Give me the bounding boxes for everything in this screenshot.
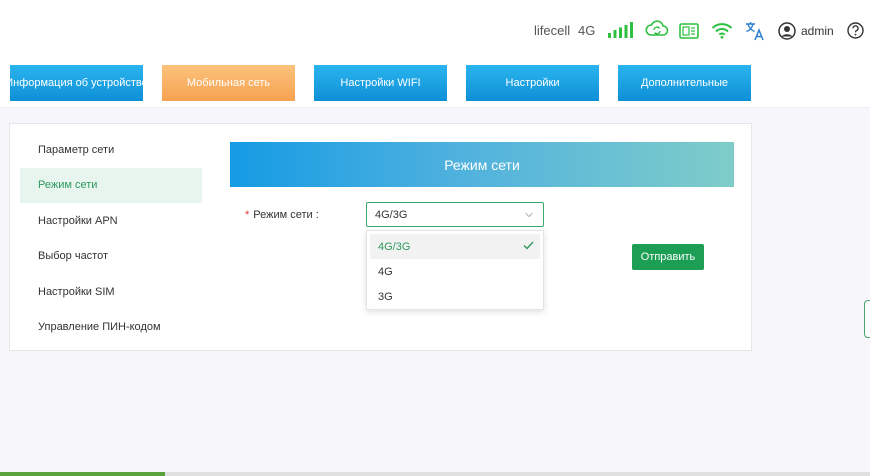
dropdown-option-3g[interactable]: 3G (370, 284, 540, 309)
side-feedback-tab[interactable] (864, 300, 870, 338)
dropdown-option-label: 4G (378, 265, 393, 278)
network-mode-select[interactable]: 4G/3G (366, 202, 544, 227)
sidebar-item-band-selection[interactable]: Выбор частот (20, 239, 202, 275)
top-navigation: Информация об устройстве Мобильная сеть … (0, 58, 870, 108)
dropdown-option-4g-3g[interactable]: 4G/3G (370, 234, 540, 259)
tab-mobile-network[interactable]: Мобильная сеть (162, 65, 295, 101)
language-icon[interactable] (745, 21, 765, 41)
username-label[interactable]: admin (801, 24, 834, 38)
network-mode-label: * Режим сети : (245, 209, 319, 221)
dropdown-option-label: 4G/3G (378, 240, 411, 253)
required-mark: * (245, 209, 250, 221)
sidebar-item-sim-settings[interactable]: Настройки SIM (20, 274, 202, 310)
chevron-down-icon (525, 212, 533, 218)
header-bar: lifecell 4G admin (0, 0, 870, 58)
user-avatar-icon[interactable] (778, 22, 796, 40)
wifi-icon[interactable] (711, 22, 733, 39)
network-mode-dropdown: 4G/3G 4G 3G (366, 230, 544, 310)
network-mode-selected-value: 4G/3G (375, 208, 408, 221)
cloud-sync-icon[interactable] (645, 19, 669, 39)
help-icon[interactable] (847, 22, 864, 39)
section-title: Режим сети (444, 156, 520, 173)
tab-wifi-settings[interactable]: Настройки WIFI (314, 65, 447, 101)
sidebar-item-apn-settings[interactable]: Настройки APN (20, 203, 202, 239)
page-load-progress-bar (0, 472, 870, 476)
section-title-banner: Режим сети (230, 142, 734, 187)
sidebar-item-pin-management[interactable]: Управление ПИН-кодом (20, 310, 202, 346)
dropdown-option-label: 3G (378, 290, 393, 303)
signal-icon (608, 22, 633, 38)
tab-settings[interactable]: Настройки (466, 65, 599, 101)
page-load-progress-fill (0, 472, 166, 476)
sidebar-item-network-parameters[interactable]: Параметр сети (20, 132, 202, 168)
network-mode-label-text: Режим сети : (253, 209, 319, 221)
tab-device-info[interactable]: Информация об устройстве (10, 65, 143, 101)
tab-advanced[interactable]: Дополнительные (618, 65, 751, 101)
sidebar-item-network-mode[interactable]: Режим сети (20, 167, 202, 203)
network-type: 4G (578, 23, 596, 38)
operator-name: lifecell (534, 23, 571, 38)
dropdown-option-4g[interactable]: 4G (370, 259, 540, 284)
sim-card-icon[interactable] (679, 23, 699, 39)
check-icon (523, 241, 534, 250)
sidebar-menu: Параметр сети Режим сети Настройки APN В… (20, 132, 202, 345)
submit-button[interactable]: Отправить (632, 244, 704, 270)
